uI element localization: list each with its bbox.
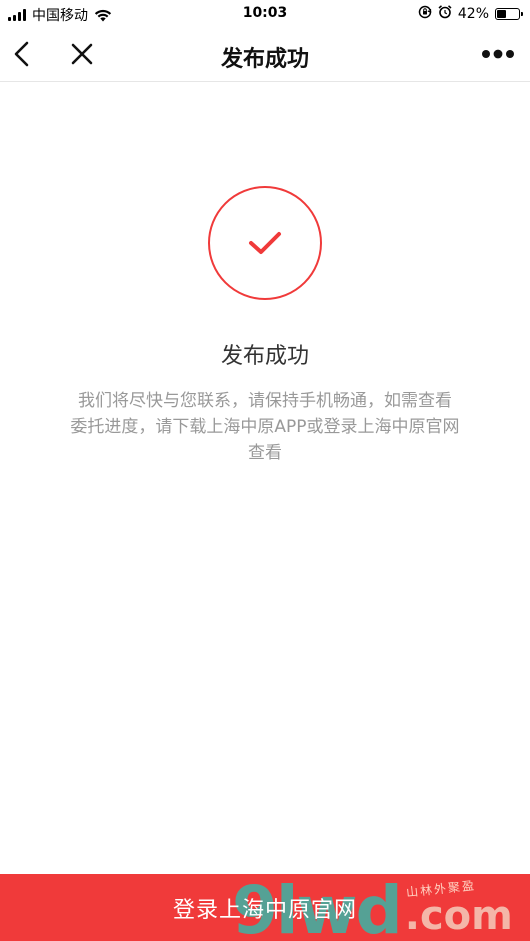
success-circle <box>208 186 322 300</box>
more-button[interactable] <box>478 40 518 68</box>
battery-percent: 42% <box>457 6 489 22</box>
status-bar: 中国移动 10:03 42% <box>0 0 530 28</box>
rotation-lock-icon <box>418 5 432 23</box>
success-description: 我们将尽快与您联系，请保持手机畅通，如需查看委托进度，请下载上海中原APP或登录… <box>70 391 460 463</box>
page: 中国移动 10:03 42% 发布成功 发布成功 我们将尽快与您联系，请保持手机… <box>0 0 530 941</box>
battery-icon <box>495 8 523 20</box>
more-icon <box>482 49 514 59</box>
status-right: 42% <box>418 5 523 23</box>
login-website-label: 登录上海中原官网 <box>172 897 357 923</box>
battery-level <box>497 10 506 18</box>
success-title: 发布成功 <box>220 344 309 369</box>
check-icon <box>249 232 281 254</box>
page-title: 发布成功 <box>220 47 309 72</box>
alarm-icon <box>438 5 452 23</box>
login-website-button[interactable]: 9lwd .com 山林外聚盈 登录上海中原官网 <box>0 874 530 941</box>
nav-bar: 发布成功 <box>0 28 530 82</box>
